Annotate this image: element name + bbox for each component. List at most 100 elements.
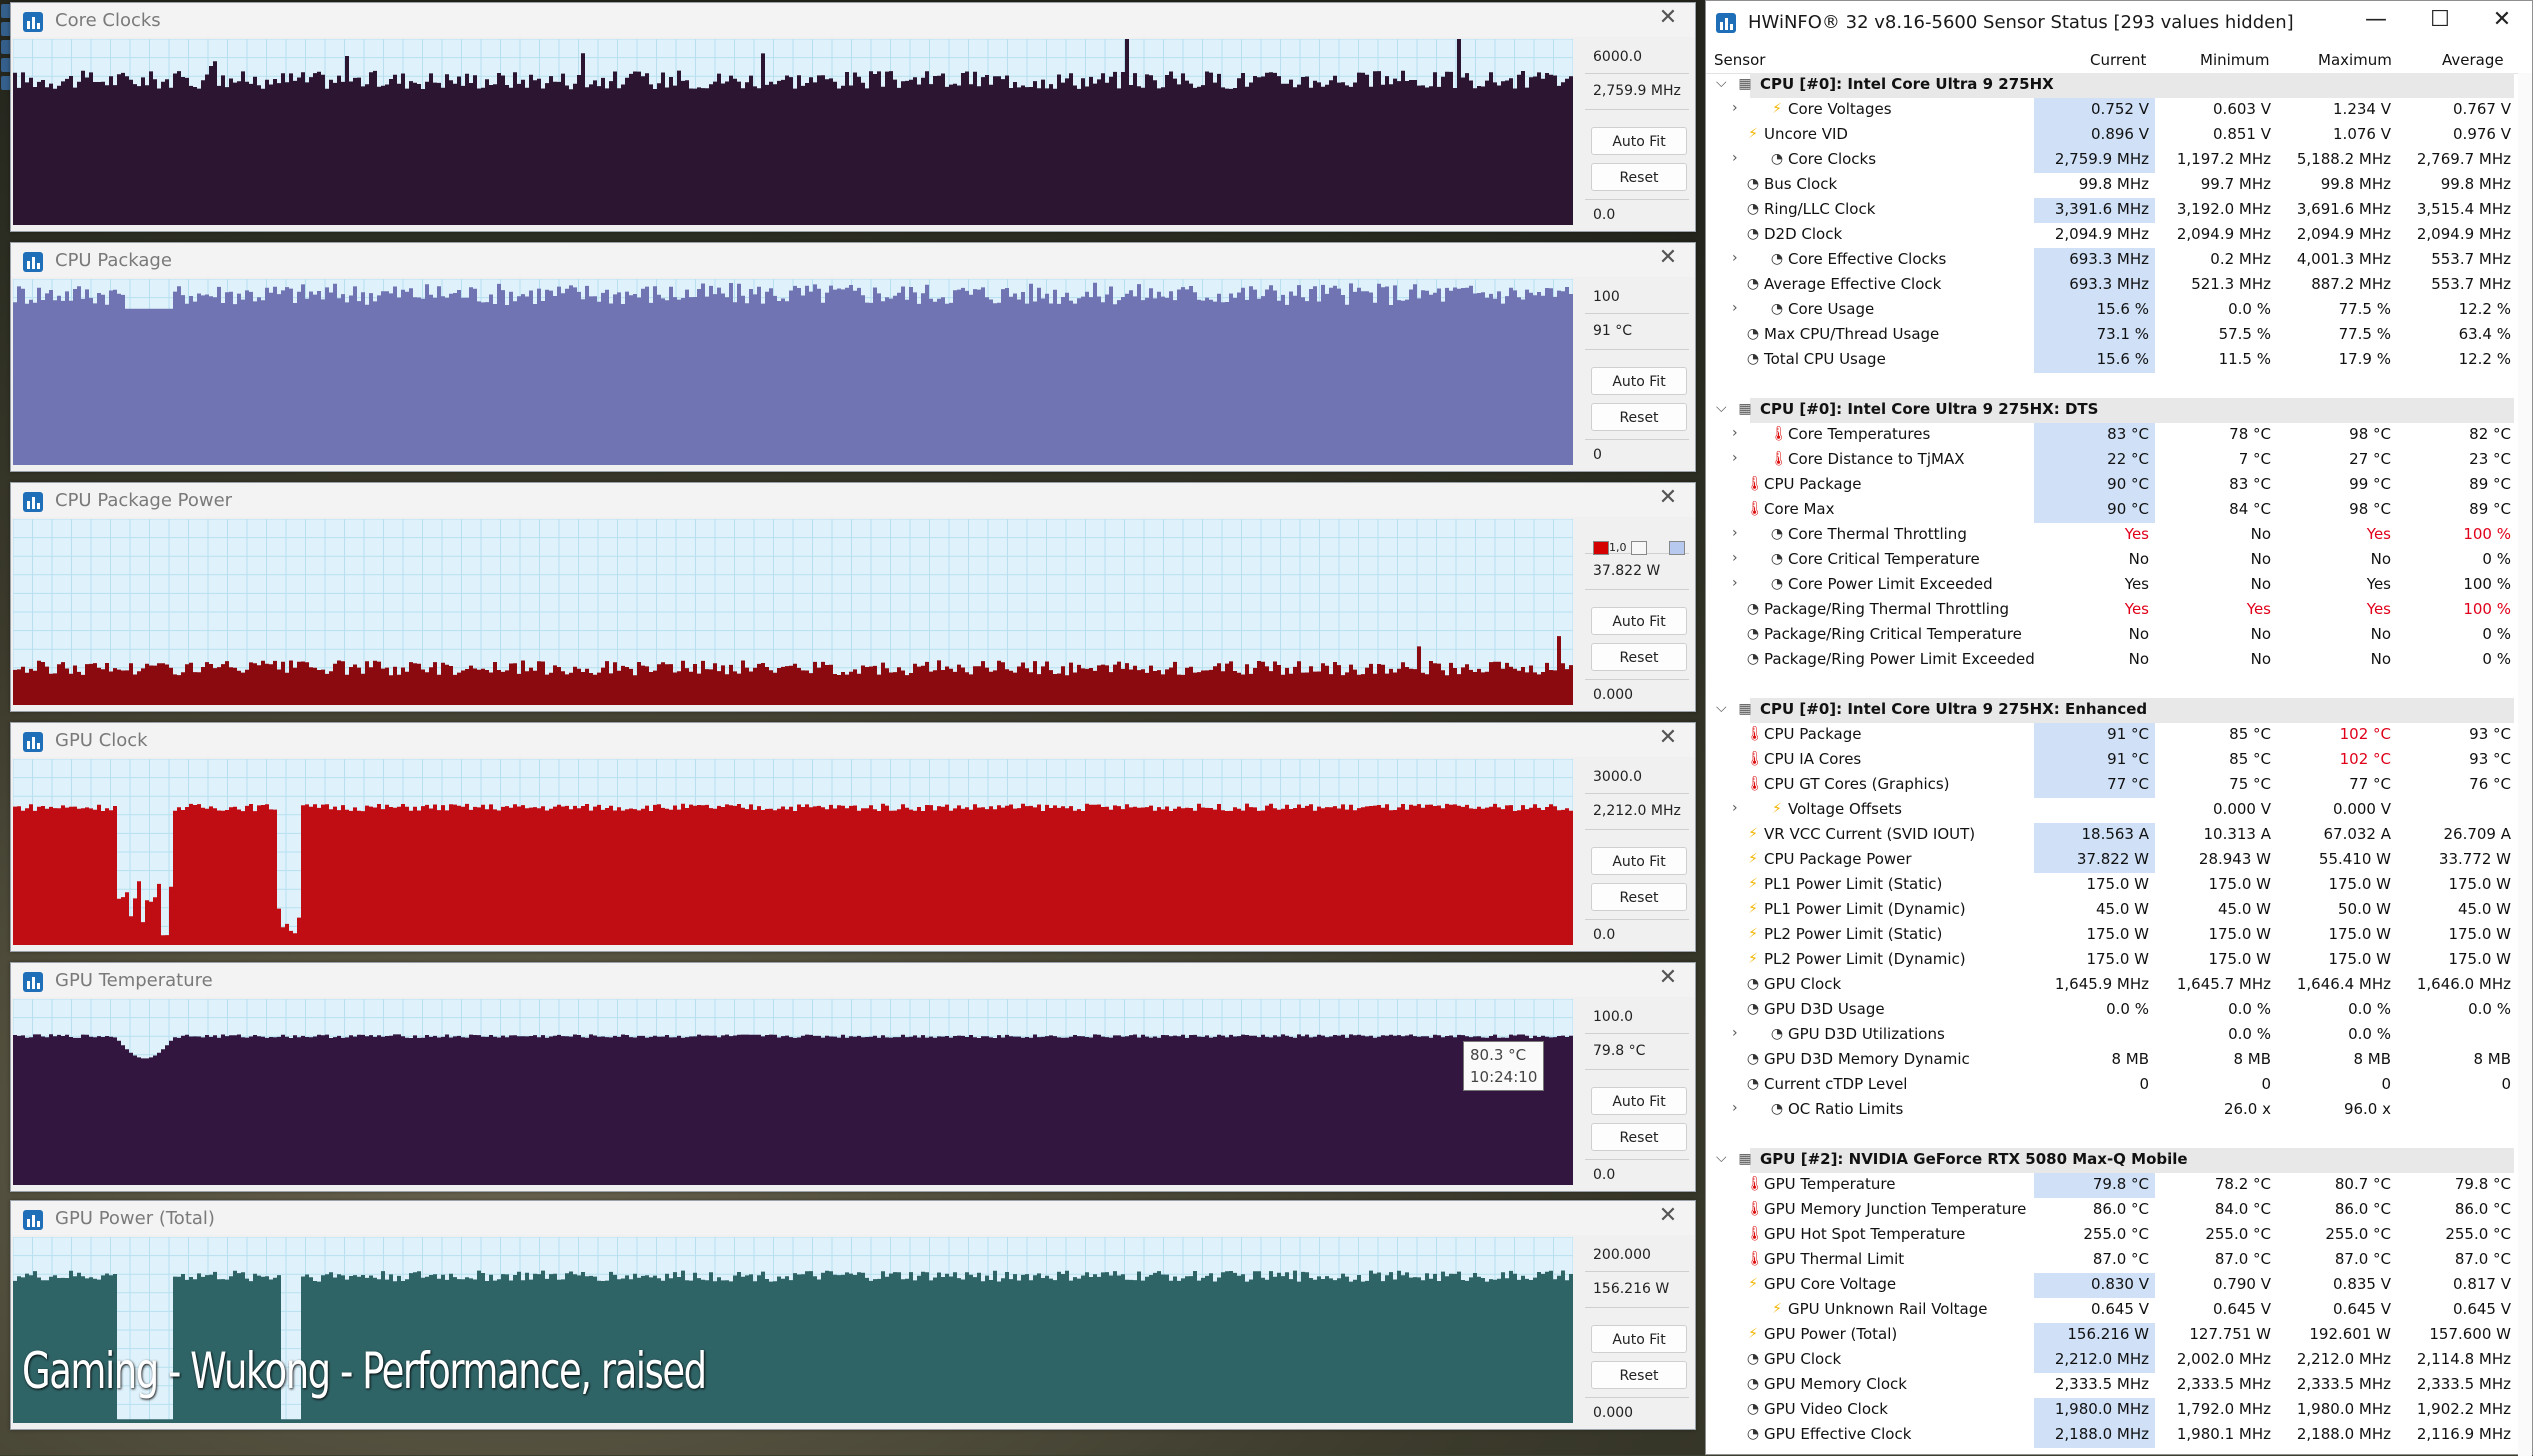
auto-fit-button[interactable]: Auto Fit <box>1591 367 1687 395</box>
graph-titlebar[interactable]: GPU Temperature ✕ <box>11 963 1695 997</box>
graph-titlebar[interactable]: GPU Power (Total) ✕ <box>11 1201 1695 1235</box>
sensor-row[interactable]: › ◔ GPU D3D Utilizations 0.0 % 0.0 % <box>1706 1023 2532 1048</box>
minimize-button[interactable]: — <box>2356 7 2396 32</box>
sensor-row[interactable]: ◔ Ring/LLC Clock 3,391.6 MHz 3,192.0 MHz 3,6… <box>1706 198 2532 223</box>
sensor-row[interactable]: ◔ GPU Effective Clock 2,188.0 MHz 1,980.1 M… <box>1706 1423 2532 1448</box>
sensor-row[interactable]: ◔ Max CPU/Thread Usage 73.1 % 57.5 % 77.5 % 6… <box>1706 323 2532 348</box>
expand-chevron-icon[interactable]: › <box>1732 525 1738 541</box>
sensor-row[interactable]: 🌡 CPU IA Cores 91 °C 85 °C 102 °C 93 °C <box>1706 748 2532 773</box>
sensor-row[interactable]: › ◔ Core Clocks 2,759.9 MHz 1,197.2 MHz 5,188… <box>1706 148 2532 173</box>
sensor-row[interactable]: ◔ GPU D3D Usage 0.0 % 0.0 % 0.0 % 0.0 % <box>1706 998 2532 1023</box>
sensor-row[interactable]: › ◔ Core Thermal Throttling Yes No Yes 100 % <box>1706 523 2532 548</box>
reset-button[interactable]: Reset <box>1591 1123 1687 1151</box>
sensor-row[interactable]: ⚡ GPU Core Voltage 0.830 V 0.790 V 0.835 V 0.… <box>1706 1273 2532 1298</box>
vertical-scrollbar[interactable] <box>2518 73 2532 1456</box>
sensor-row[interactable]: ⚡ VR VCC Current (SVID IOUT) 18.563 A 10.31… <box>1706 823 2532 848</box>
reset-button[interactable]: Reset <box>1591 883 1687 911</box>
sensor-row[interactable]: ◔ GPU Video Clock 1,980.0 MHz 1,792.0 MHz 1,… <box>1706 1398 2532 1423</box>
sensor-row[interactable]: ◔ Current cTDP Level 0 0 0 0 <box>1706 1073 2532 1098</box>
expand-chevron-icon[interactable]: › <box>1732 425 1738 441</box>
sensor-row[interactable]: ⚡ PL2 Power Limit (Static) 175.0 W 175.0 W 1… <box>1706 923 2532 948</box>
expand-chevron-icon[interactable]: › <box>1732 300 1738 316</box>
sensor-row[interactable]: 🌡 CPU Package 90 °C 83 °C 99 °C 89 °C <box>1706 473 2532 498</box>
expand-chevron-icon[interactable]: › <box>1732 100 1738 116</box>
sensor-group-header[interactable]: ⌵ ▦ CPU [#0]: Intel Core Ultra 9 275HX: En… <box>1706 698 2532 723</box>
graph-window-core-clocks[interactable]: Core Clocks ✕ 6000.0 2,759.9 MHz Auto Fit Res… <box>10 2 1696 232</box>
auto-fit-button[interactable]: Auto Fit <box>1591 127 1687 155</box>
graph-titlebar[interactable]: CPU Package Power ✕ <box>11 483 1695 517</box>
expand-chevron-icon[interactable]: › <box>1732 550 1738 566</box>
reset-button[interactable]: Reset <box>1591 403 1687 431</box>
maximize-button[interactable]: ☐ <box>2420 7 2460 32</box>
graph-window-gpu-clock[interactable]: GPU Clock ✕ 3000.0 2,212.0 MHz Auto Fit Reset… <box>10 722 1696 952</box>
sensor-row[interactable]: ⚡ GPU Power (Total) 156.216 W 127.751 W 192.… <box>1706 1323 2532 1348</box>
sensor-group-header[interactable]: ⌵ ▦ GPU [#2]: NVIDIA GeForce RTX 5080 Max-… <box>1706 1148 2532 1173</box>
sensor-row[interactable]: ⚡ CPU Package Power 37.822 W 28.943 W 55.410… <box>1706 848 2532 873</box>
sensor-row[interactable]: › ◔ Core Critical Temperature No No No 0 % <box>1706 548 2532 573</box>
graph-color-swatch[interactable] <box>1593 541 1609 555</box>
sensor-row[interactable]: ◔ GPU Clock 1,645.9 MHz 1,645.7 MHz 1,646.4 … <box>1706 973 2532 998</box>
sensor-row[interactable]: › ◔ Core Power Limit Exceeded Yes No Yes 100 % <box>1706 573 2532 598</box>
sensor-row[interactable]: ⚡ PL1 Power Limit (Static) 175.0 W 175.0 W 1… <box>1706 873 2532 898</box>
sensor-row[interactable]: ◔ Package/Ring Thermal Throttling Yes Yes Ye… <box>1706 598 2532 623</box>
sensor-row[interactable]: › 🌡 Core Distance to TjMAX 22 °C 7 °C 27 °C 23… <box>1706 448 2532 473</box>
column-sensor[interactable]: Sensor <box>1714 51 1765 69</box>
sensor-row[interactable]: ◔ Package/Ring Critical Temperature No No No… <box>1706 623 2532 648</box>
graph-color-swatch[interactable] <box>1669 541 1685 555</box>
collapse-chevron-icon[interactable]: ⌵ <box>1716 75 1727 91</box>
sensor-row[interactable]: 🌡 CPU Package 91 °C 85 °C 102 °C 93 °C <box>1706 723 2532 748</box>
sensor-group-header[interactable]: ⌵ ▦ CPU [#0]: Intel Core Ultra 9 275HX <box>1706 73 2532 98</box>
sensor-row[interactable]: ◔ D2D Clock 2,094.9 MHz 2,094.9 MHz 2,094.9 … <box>1706 223 2532 248</box>
sensor-row[interactable]: ⚡ Uncore VID 0.896 V 0.851 V 1.076 V 0.976 V <box>1706 123 2532 148</box>
sensor-row[interactable]: ◔ GPU Clock 2,212.0 MHz 2,002.0 MHz 2,212.0 … <box>1706 1348 2532 1373</box>
graph-color-swatch[interactable] <box>1631 541 1647 555</box>
collapse-chevron-icon[interactable]: ⌵ <box>1716 400 1727 416</box>
sensor-row[interactable]: ◔ Bus Clock 99.8 MHz 99.7 MHz 99.8 MHz 99.8 M… <box>1706 173 2532 198</box>
sensor-row[interactable]: 🌡 GPU Hot Spot Temperature 255.0 °C 255.0 °… <box>1706 1223 2532 1248</box>
close-icon[interactable]: ✕ <box>1655 245 1681 270</box>
sensor-row[interactable]: 🌡 GPU Temperature 79.8 °C 78.2 °C 80.7 °C 79.… <box>1706 1173 2532 1198</box>
sensor-row[interactable]: ◔ Total CPU Usage 15.6 % 11.5 % 17.9 % 12.2 % <box>1706 348 2532 373</box>
sensor-row[interactable]: ◔ GPU Memory Clock 2,333.5 MHz 2,333.5 MHz 2… <box>1706 1373 2532 1398</box>
collapse-chevron-icon[interactable]: ⌵ <box>1716 700 1727 716</box>
expand-chevron-icon[interactable]: › <box>1732 575 1738 591</box>
auto-fit-button[interactable]: Auto Fit <box>1591 1325 1687 1353</box>
sensor-row[interactable]: 🌡 GPU Thermal Limit 87.0 °C 87.0 °C 87.0 °C 8… <box>1706 1248 2532 1273</box>
column-minimum[interactable]: Minimum <box>2200 51 2270 69</box>
sensor-group-header[interactable]: ⌵ ▦ CPU [#0]: Intel Core Ultra 9 275HX: DT… <box>1706 398 2532 423</box>
expand-chevron-icon[interactable]: › <box>1732 1100 1738 1116</box>
reset-button[interactable]: Reset <box>1591 1361 1687 1389</box>
sensor-row[interactable]: › ⚡ Voltage Offsets 0.000 V 0.000 V <box>1706 798 2532 823</box>
column-maximum[interactable]: Maximum <box>2318 51 2392 69</box>
auto-fit-button[interactable]: Auto Fit <box>1591 847 1687 875</box>
graph-window-gpu-temperature[interactable]: GPU Temperature ✕ 100.0 79.8 °C Auto Fit Rese… <box>10 962 1696 1192</box>
sensor-row[interactable]: › ⚡ Core Voltages 0.752 V 0.603 V 1.234 V 0.76… <box>1706 98 2532 123</box>
expand-chevron-icon[interactable]: › <box>1732 150 1738 166</box>
sensor-row[interactable]: › 🌡 Core Temperatures 83 °C 78 °C 98 °C 82 °C <box>1706 423 2532 448</box>
sensor-row[interactable]: ⚡ PL1 Power Limit (Dynamic) 45.0 W 45.0 W 50… <box>1706 898 2532 923</box>
expand-chevron-icon[interactable]: › <box>1732 450 1738 466</box>
sensor-row[interactable]: 🌡 CPU GT Cores (Graphics) 77 °C 75 °C 77 °C 7… <box>1706 773 2532 798</box>
close-icon[interactable]: ✕ <box>1655 725 1681 750</box>
close-icon[interactable]: ✕ <box>1655 965 1681 990</box>
auto-fit-button[interactable]: Auto Fit <box>1591 1087 1687 1115</box>
reset-button[interactable]: Reset <box>1591 643 1687 671</box>
sensor-row[interactable]: ◔ Average Effective Clock 693.3 MHz 521.3 M… <box>1706 273 2532 298</box>
sensor-row[interactable]: ◔ GPU D3D Memory Dynamic 8 MB 8 MB 8 MB 8 MB <box>1706 1048 2532 1073</box>
close-icon[interactable]: ✕ <box>1655 1203 1681 1228</box>
graph-titlebar[interactable]: GPU Clock ✕ <box>11 723 1695 757</box>
sensor-row[interactable]: ⚡ PL2 Power Limit (Dynamic) 175.0 W 175.0 W… <box>1706 948 2532 973</box>
sensor-row[interactable]: › ◔ Core Usage 15.6 % 0.0 % 77.5 % 12.2 % <box>1706 298 2532 323</box>
expand-chevron-icon[interactable]: › <box>1732 250 1738 266</box>
auto-fit-button[interactable]: Auto Fit <box>1591 607 1687 635</box>
close-icon[interactable]: ✕ <box>1655 485 1681 510</box>
close-icon[interactable]: ✕ <box>1655 5 1681 30</box>
sensor-row[interactable]: 🌡 GPU Memory Junction Temperature 86.0 °C 8… <box>1706 1198 2532 1223</box>
hwinfo-titlebar[interactable]: HWiNFO® 32 v8.16-5600 Sensor Status [293… <box>1706 1 2532 45</box>
sensor-row[interactable]: ⚡ GPU Unknown Rail Voltage 0.645 V 0.645 V 0… <box>1706 1298 2532 1323</box>
sensor-row[interactable]: › ◔ OC Ratio Limits 26.0 x 96.0 x <box>1706 1098 2532 1123</box>
reset-button[interactable]: Reset <box>1591 163 1687 191</box>
sensor-row[interactable]: ◔ Package/Ring Power Limit Exceeded No No No… <box>1706 648 2532 673</box>
column-current[interactable]: Current <box>2090 51 2146 69</box>
collapse-chevron-icon[interactable]: ⌵ <box>1716 1150 1727 1166</box>
